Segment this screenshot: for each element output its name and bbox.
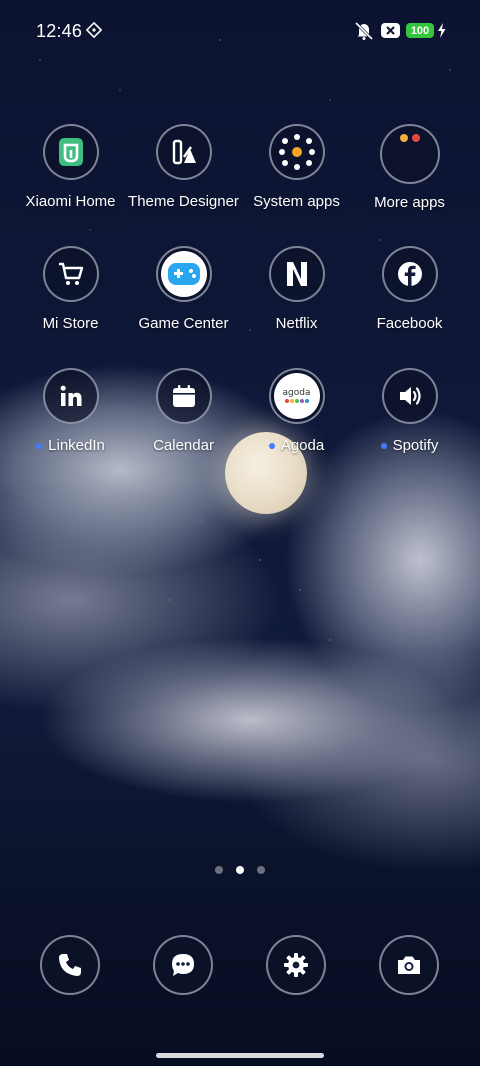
app-game-center[interactable]: Game Center: [127, 246, 240, 332]
dock-settings[interactable]: [266, 935, 326, 995]
app-label: Facebook: [376, 315, 443, 332]
app-label: Xiaomi Home: [25, 193, 116, 210]
app-label: System apps: [253, 193, 340, 210]
notification-x-icon: [381, 23, 400, 38]
app-label: Mi Store: [42, 315, 99, 332]
settings-icon: [284, 953, 308, 977]
app-netflix[interactable]: Netflix: [240, 246, 353, 332]
app-icon-frame: [155, 246, 212, 302]
app-mi-store[interactable]: Mi Store: [14, 246, 127, 332]
app-label: Netflix: [275, 315, 318, 332]
messages-icon: [172, 954, 194, 976]
app-icon-frame: [155, 368, 212, 424]
battery-level: 100: [410, 24, 430, 37]
folder-frame: [268, 124, 325, 180]
app-label: Agoda: [268, 437, 324, 454]
clock: 12:46: [36, 21, 83, 41]
app-label: LinkedIn: [36, 437, 105, 454]
network-sync-icon: [86, 22, 102, 38]
folder-more-apps[interactable]: More apps: [353, 124, 466, 211]
dock-phone[interactable]: [40, 935, 100, 995]
dock-messages[interactable]: [153, 935, 213, 995]
page-indicator: [0, 866, 480, 874]
facebook-icon: [397, 262, 422, 286]
folder-icon: [278, 134, 315, 170]
app-icon-frame: [268, 246, 325, 302]
app-calendar[interactable]: Calendar: [127, 368, 240, 454]
charging-bolt-icon: [438, 23, 446, 38]
phone-icon: [59, 954, 81, 976]
app-xiaomi-home[interactable]: Xiaomi Home: [14, 124, 127, 210]
app-label: More apps: [374, 194, 445, 211]
dock-icon-frame: [40, 935, 100, 995]
gesture-home-bar[interactable]: [156, 1053, 324, 1058]
app-icon-frame: [381, 246, 438, 302]
folder-system-apps[interactable]: System apps: [240, 124, 353, 210]
battery-icon: 100: [406, 23, 434, 38]
folder-icon: [399, 134, 420, 142]
page-dot-2-active[interactable]: [236, 866, 244, 874]
app-facebook[interactable]: Facebook: [353, 246, 466, 332]
game-center-tile: [160, 251, 207, 297]
dock-icon-frame: [153, 935, 213, 995]
camera-icon: [398, 956, 420, 974]
gamepad-icon: [167, 263, 200, 285]
status-bar: 12:46 100: [0, 0, 480, 62]
app-linkedin[interactable]: LinkedIn: [14, 368, 127, 454]
new-install-dot: [380, 442, 387, 449]
new-install-dot: [268, 442, 275, 449]
app-label: Spotify: [380, 437, 438, 454]
new-install-dot: [36, 442, 43, 449]
app-icon-frame: [42, 124, 99, 180]
app-agoda[interactable]: agoda Agoda: [240, 368, 353, 454]
app-spotify[interactable]: Spotify: [353, 368, 466, 454]
app-icon-frame: agoda: [268, 368, 325, 424]
page-dot-3[interactable]: [257, 866, 265, 874]
dock-icon-frame: [379, 935, 439, 995]
app-icon-frame: [42, 246, 99, 302]
agoda-dots-icon: [284, 399, 309, 403]
app-label: Game Center: [138, 315, 229, 332]
agoda-logo-tile: agoda: [273, 373, 320, 419]
app-icon-frame: [381, 368, 438, 424]
app-label: Calendar: [153, 437, 214, 454]
app-icon-frame: [155, 124, 212, 180]
calendar-icon: [172, 385, 195, 407]
theme-designer-icon: [172, 139, 196, 165]
spotify-icon: [399, 387, 421, 405]
dock-icon-frame: [266, 935, 326, 995]
linkedin-icon: [60, 385, 81, 406]
agoda-logo-text: agoda: [282, 388, 311, 398]
app-label: Theme Designer: [128, 193, 239, 210]
folder-frame: [379, 124, 440, 184]
cart-icon: [58, 262, 83, 285]
mi-home-icon: [58, 138, 83, 166]
vibrate-off-icon: [354, 21, 374, 41]
dock-camera[interactable]: [379, 935, 439, 995]
app-theme-designer[interactable]: Theme Designer: [127, 124, 240, 210]
netflix-icon: [286, 262, 307, 286]
app-icon-frame: [42, 368, 99, 424]
page-dot-1[interactable]: [215, 866, 223, 874]
